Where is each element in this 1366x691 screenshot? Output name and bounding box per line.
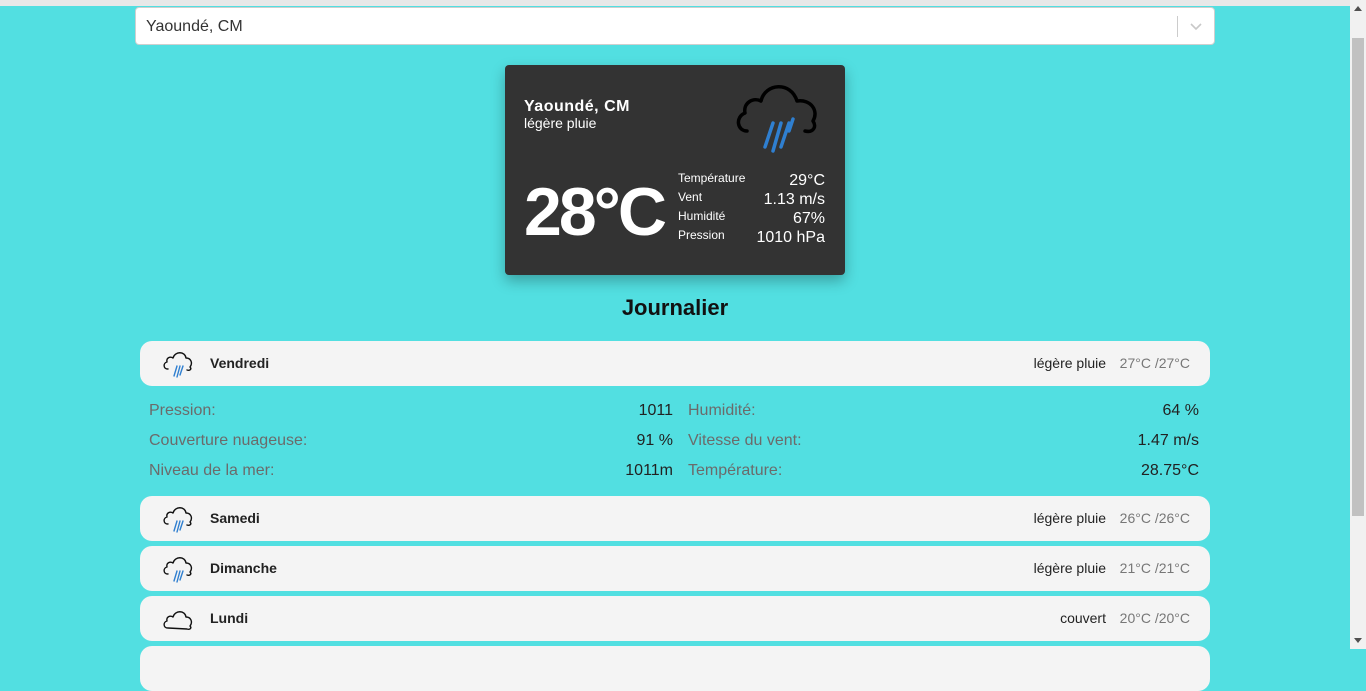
pressure-label: Pression: — [149, 402, 216, 419]
day-row-lundi[interactable]: Lundi couvert 20°C /20°C — [140, 596, 1210, 641]
scroll-up-icon[interactable] — [1354, 6, 1362, 11]
wind-label: Vitesse du vent: — [688, 432, 802, 449]
detail-value: 1010 hPa — [756, 229, 825, 246]
current-description: légère pluie — [524, 115, 597, 131]
rain-cloud-icon — [163, 507, 193, 533]
day-condition: légère pluie — [1033, 510, 1106, 526]
select-separator — [1177, 16, 1178, 37]
cloud-icon — [163, 611, 193, 630]
detail-value: 29°C — [789, 172, 825, 189]
top-border — [0, 0, 1350, 6]
chevron-down-icon[interactable] — [1188, 18, 1204, 34]
pressure-value: 1011 — [638, 402, 673, 419]
day-row-samedi[interactable]: Samedi légère pluie 26°C /26°C — [140, 496, 1210, 541]
current-city: Yaoundé, CM — [524, 98, 630, 115]
humidity-value: 64 % — [1162, 402, 1199, 419]
day-name: Dimanche — [210, 560, 277, 576]
rain-cloud-icon — [736, 85, 817, 153]
day-temp-range: 26°C /26°C — [1119, 510, 1190, 526]
current-details: Température 29°C Vent 1.13 m/s Humidité … — [678, 171, 825, 247]
detail-label: Pression — [678, 228, 725, 242]
rain-cloud-icon — [163, 352, 193, 378]
day-name: Samedi — [210, 510, 260, 526]
day-name: Lundi — [210, 610, 249, 626]
day-details-panel: Pression: 1011 Couverture nuageuse: 91 %… — [149, 396, 1199, 486]
detail-row: Vent 1.13 m/s — [678, 190, 825, 209]
day-row-vendredi[interactable]: Vendredi légère pluie 27°C /27°C — [140, 341, 1210, 386]
daily-heading: Journalier — [621, 295, 729, 320]
detail-row: Température 29°C — [678, 171, 825, 190]
scroll-down-icon[interactable] — [1354, 638, 1362, 643]
detail-value: 67% — [792, 210, 825, 227]
day-temp-range: 20°C /20°C — [1119, 610, 1190, 626]
current-weather-card: Yaoundé, CM légère pluie 28°C Températur… — [505, 65, 845, 275]
day-condition: couvert — [1060, 610, 1106, 626]
detail-label: Vent — [678, 190, 703, 204]
current-temperature: 28°C — [524, 174, 667, 250]
day-name: Vendredi — [210, 355, 270, 371]
detail-label: Température — [678, 171, 746, 185]
detail-label: Humidité — [678, 209, 726, 223]
wind-value: 1.47 m/s — [1137, 432, 1199, 449]
detail-row: Humidité 67% — [678, 209, 825, 228]
city-select-value: Yaoundé, CM — [146, 18, 243, 35]
scrollbar-thumb[interactable] — [1352, 38, 1364, 516]
rain-cloud-icon — [163, 557, 193, 583]
day-row-dimanche[interactable]: Dimanche légère pluie 21°C /21°C — [140, 546, 1210, 591]
sea-level-label: Niveau de la mer: — [149, 462, 275, 479]
sea-level-value: 1011m — [625, 462, 673, 479]
day-condition: légère pluie — [1033, 355, 1106, 371]
day-row-next[interactable] — [140, 646, 1210, 691]
temperature-label: Température: — [688, 462, 783, 479]
day-temp-range: 27°C /27°C — [1119, 355, 1190, 371]
city-select[interactable]: Yaoundé, CM — [135, 7, 1215, 45]
detail-row: Pression 1010 hPa — [678, 228, 825, 247]
detail-value: 1.13 m/s — [763, 191, 825, 208]
clouds-label: Couverture nuageuse: — [149, 432, 308, 449]
day-temp-range: 21°C /21°C — [1119, 560, 1190, 576]
day-condition: légère pluie — [1033, 560, 1106, 576]
clouds-value: 91 % — [636, 432, 673, 449]
scrollbar[interactable] — [1350, 0, 1366, 649]
temperature-value: 28.75°C — [1141, 462, 1199, 479]
humidity-label: Humidité: — [688, 402, 756, 419]
